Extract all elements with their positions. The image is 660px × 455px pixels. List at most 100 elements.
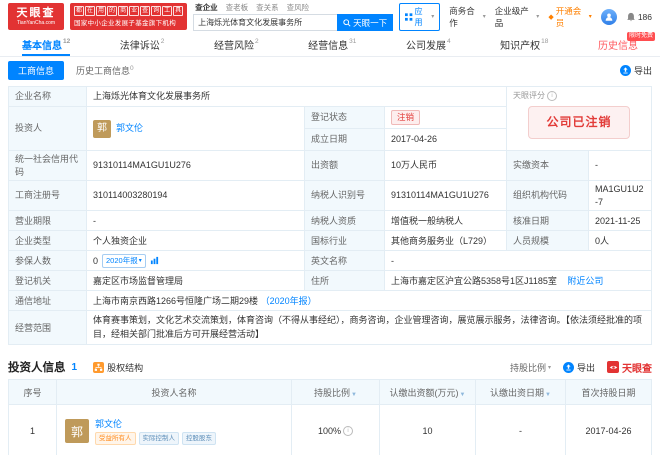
chevron-down-icon: ▾ <box>138 257 142 264</box>
company-nav-tabs: 基本信息 12 法律诉讼 2 经营风险 2 经营信息 31 公司发展 4 知识产权 18 历… <box>0 32 660 57</box>
grid-icon <box>405 12 413 21</box>
notification-count: 186 <box>637 11 652 22</box>
tab-legal-proceedings[interactable]: 法律诉讼 2 <box>120 32 165 56</box>
tab-operational-risk[interactable]: 经营风险 2 <box>214 32 259 56</box>
business-scope: 体育赛事策划，文化艺术交流策划，体育咨询（不得从事经纪），商务咨询，企业管理咨询… <box>86 310 652 346</box>
annual-report-chip[interactable]: 2020年报 ▾ <box>102 253 146 269</box>
menu-business-cooperation[interactable]: 商务合作 ▾ <box>449 5 486 29</box>
chart-icon[interactable] <box>150 256 159 265</box>
col-header-investor-name: 投资人名称 <box>56 379 292 406</box>
export-icon <box>619 64 631 76</box>
investor-tags: 受益所有人 实际控制人 控股股东 <box>95 432 216 446</box>
investor-link[interactable]: 郭文伦 <box>116 122 143 135</box>
annual-report-link[interactable]: （2020年报） <box>261 296 317 306</box>
person-icon <box>605 13 613 21</box>
search-tab-company[interactable]: 查企业 <box>195 2 218 13</box>
field-label: 企业名称 <box>8 86 87 107</box>
field-label: 通信地址 <box>8 290 87 312</box>
field-label: 住所 <box>304 270 385 292</box>
investor-avatar: 郭 <box>93 119 111 138</box>
field-value: - <box>384 250 652 272</box>
field-value: - <box>86 210 305 232</box>
field-value: 2017-04-26 <box>383 128 508 151</box>
company-info-table: 企业名称 上海烁光体育文化发展事务所 天眼评分 i 公司已注销 投资人 郭 郭文… <box>8 86 652 346</box>
user-avatar[interactable] <box>600 8 617 25</box>
export-icon <box>562 361 574 373</box>
export-investors-button[interactable]: 导出 <box>562 361 595 374</box>
chevron-down-icon: ▾ <box>588 14 592 20</box>
section-title: 投资人信息 <box>8 362 66 375</box>
search-tab-relation[interactable]: 查关系 <box>256 2 279 13</box>
sort-icon: ▼ <box>351 391 357 398</box>
tab-history-info[interactable]: 历史信息 限时免费 <box>598 32 655 56</box>
search-icon <box>343 18 351 27</box>
mailing-address-cell: 上海市南京西路1266号恒隆广场二期29楼 （2020年报） <box>86 290 652 312</box>
field-label: 工商注册号 <box>8 180 87 212</box>
tianyancha-company-page: 天眼查 TianYanCha.com 都 在 用 的 商 业 查 询 工 具 国… <box>0 0 660 455</box>
search-button[interactable]: 天眼一下 <box>337 14 394 31</box>
tyc-score-cell: 天眼评分 i 公司已注销 <box>506 86 652 151</box>
field-label: 英文名称 <box>304 250 385 272</box>
investors-section-header: 投资人信息 1 股权结构 持股比例 ▾ 导出 天眼查 <box>8 355 652 379</box>
status-badge: 注销 <box>391 109 421 126</box>
field-label: 实缴资本 <box>506 149 590 182</box>
field-label: 出资额 <box>304 149 385 182</box>
equity-structure-link[interactable]: 股权结构 <box>93 361 143 374</box>
investor-link[interactable]: 郭文伦 <box>95 417 122 430</box>
subtab-history-registration[interactable]: 历史工商信息0 <box>76 64 134 77</box>
tianyancha-logo[interactable]: 天眼查 TianYanCha.com <box>8 3 64 30</box>
field-label: 营业期限 <box>8 210 87 232</box>
field-label: 纳税人识别号 <box>304 180 385 212</box>
menu-enterprise-products[interactable]: 企业级产品 ▾ <box>495 5 540 29</box>
field-label: 登记机关 <box>8 270 87 292</box>
nearby-companies-link[interactable]: 附近公司 <box>567 276 603 286</box>
search-input[interactable] <box>193 14 338 31</box>
apps-button[interactable]: 应用 ▾ <box>399 2 441 31</box>
chevron-down-icon: ▾ <box>482 14 486 20</box>
col-header-subscribed-date[interactable]: 认缴出资日期▼ <box>475 379 566 406</box>
shareholding-ratio-filter[interactable]: 持股比例 ▾ <box>510 361 551 374</box>
notifications[interactable]: 186 <box>626 12 652 22</box>
subtab-business-registration[interactable]: 工商信息 <box>8 60 65 80</box>
field-label: 成立日期 <box>304 128 385 151</box>
search-type-tabs: 查企业 查老板 查关系 查风险 <box>193 2 393 13</box>
field-label: 登记状态 <box>304 106 385 129</box>
chevron-down-icon: ▾ <box>431 14 435 20</box>
col-header-subscribed-amount[interactable]: 认缴出资额(万元)▼ <box>379 379 476 406</box>
field-label: 组织机构代码 <box>506 180 590 212</box>
logo-subtitle: TianYanCha.com <box>16 19 56 26</box>
field-value: 10万人民币 <box>383 149 508 182</box>
field-value: - <box>588 149 652 182</box>
field-value: 其他商务服务业（L729） <box>383 230 508 252</box>
row-index: 1 <box>8 404 57 455</box>
controlling-shareholder-tag: 控股股东 <box>182 432 216 446</box>
tyc-score-label: 天眼评分 i <box>513 90 645 101</box>
search-tab-boss[interactable]: 查老板 <box>226 2 249 13</box>
tab-basic-info[interactable]: 基本信息 12 <box>22 32 71 56</box>
actual-controller-tag: 实际控制人 <box>138 432 179 446</box>
company-name: 上海烁光体育文化发展事务所 <box>85 86 508 107</box>
field-label: 核准日期 <box>506 210 590 232</box>
field-value: 91310114MA1GU1U276 <box>383 180 508 212</box>
investors-section: 投资人信息 1 股权结构 持股比例 ▾ 导出 天眼查 序号 投资人名称 持股比例… <box>8 355 652 455</box>
info-icon: i <box>547 90 558 101</box>
search-tab-risk[interactable]: 查风险 <box>287 2 310 13</box>
tab-company-development[interactable]: 公司发展 4 <box>406 32 451 56</box>
tab-intellectual-property[interactable]: 知识产权 18 <box>500 32 548 56</box>
sub-nav: 工商信息 历史工商信息0 导出 <box>0 57 660 83</box>
field-value: 个人独资企业 <box>86 230 305 252</box>
col-header-ratio[interactable]: 持股比例▼ <box>291 379 380 406</box>
field-value: MA1GU1U2-7 <box>588 180 652 212</box>
export-button[interactable]: 导出 <box>619 64 652 77</box>
top-bar-right: 应用 ▾ 商务合作 ▾ 企业级产品 ▾ ◆ 开通会员 ▾ 186 <box>399 2 652 31</box>
limited-free-badge: 限时免费 <box>626 32 655 41</box>
investor-avatar: 郭 <box>65 419 89 444</box>
field-label: 纳税人资质 <box>304 210 385 232</box>
tab-business-info[interactable]: 经营信息 31 <box>308 32 356 56</box>
tyc-watermark: 天眼查 <box>607 360 652 375</box>
field-value: 嘉定区市场监督管理局 <box>86 270 305 292</box>
open-vip-button[interactable]: ◆ 开通会员 ▾ <box>548 5 592 29</box>
sort-icon: ▼ <box>459 391 466 398</box>
insured-cell: 0 2020年报 ▾ <box>86 250 305 272</box>
field-value: 310114003280194 <box>86 180 305 212</box>
